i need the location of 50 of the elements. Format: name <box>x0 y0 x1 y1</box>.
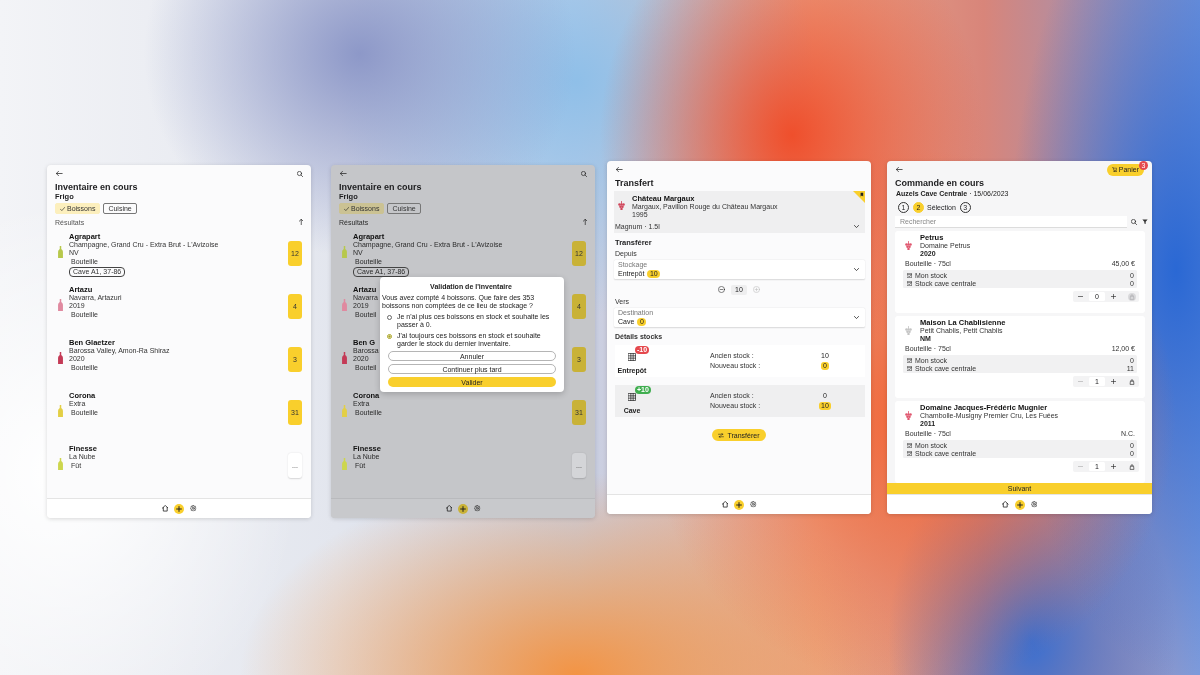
plus-icon[interactable] <box>1111 464 1116 469</box>
shelf-icon <box>628 353 636 361</box>
bag-icon[interactable] <box>1128 377 1136 386</box>
gear-icon[interactable] <box>1030 501 1037 508</box>
home-icon[interactable] <box>721 501 728 508</box>
filter-icon[interactable] <box>1142 219 1148 225</box>
search-icon[interactable] <box>581 170 587 177</box>
sort-arrow-icon[interactable] <box>298 219 303 225</box>
gear-icon[interactable] <box>190 505 197 512</box>
cart-icon <box>1111 167 1117 172</box>
bookmark-corner-icon[interactable] <box>853 191 865 203</box>
screen-title: Inventaire en cours <box>339 182 422 192</box>
plus-icon[interactable] <box>1014 499 1025 510</box>
gear-icon[interactable] <box>474 505 481 512</box>
gear-icon[interactable] <box>750 501 757 508</box>
plus-icon[interactable] <box>1111 294 1116 299</box>
swap-icon <box>718 432 725 438</box>
screen-title: Commande en cours <box>895 178 985 188</box>
home-icon[interactable] <box>445 505 452 512</box>
screen-title: Transfert <box>615 178 654 188</box>
crate-icon <box>907 357 912 363</box>
search-icon[interactable] <box>1131 219 1137 225</box>
crate-icon <box>907 272 912 278</box>
plus-icon[interactable] <box>458 503 468 514</box>
home-icon[interactable] <box>161 505 168 512</box>
home-icon[interactable] <box>1002 501 1009 508</box>
crate-icon <box>907 442 912 448</box>
check-icon <box>344 206 349 211</box>
back-arrow-icon[interactable] <box>616 167 623 172</box>
bag-icon[interactable] <box>1128 462 1136 471</box>
shelf-icon <box>628 393 636 401</box>
minus-circle-icon[interactable] <box>718 286 725 293</box>
plus-icon[interactable] <box>734 499 744 510</box>
check-icon <box>60 206 65 211</box>
sort-arrow-icon[interactable] <box>582 219 587 225</box>
screen-title: Inventaire en cours <box>55 182 138 192</box>
crate-icon <box>907 280 912 286</box>
back-arrow-icon[interactable] <box>56 171 63 176</box>
radio-button[interactable] <box>387 333 392 339</box>
radio-button[interactable] <box>387 314 392 320</box>
chevron-down-icon <box>854 268 859 271</box>
search-icon[interactable] <box>297 170 303 177</box>
plus-icon[interactable] <box>1111 379 1116 384</box>
chevron-down-icon <box>854 316 859 319</box>
crate-icon <box>907 450 912 456</box>
crate-icon <box>907 365 912 371</box>
back-arrow-icon[interactable] <box>340 171 347 176</box>
plus-icon[interactable] <box>174 503 184 514</box>
chevron-down-icon <box>854 225 859 228</box>
back-arrow-icon[interactable] <box>896 167 903 172</box>
